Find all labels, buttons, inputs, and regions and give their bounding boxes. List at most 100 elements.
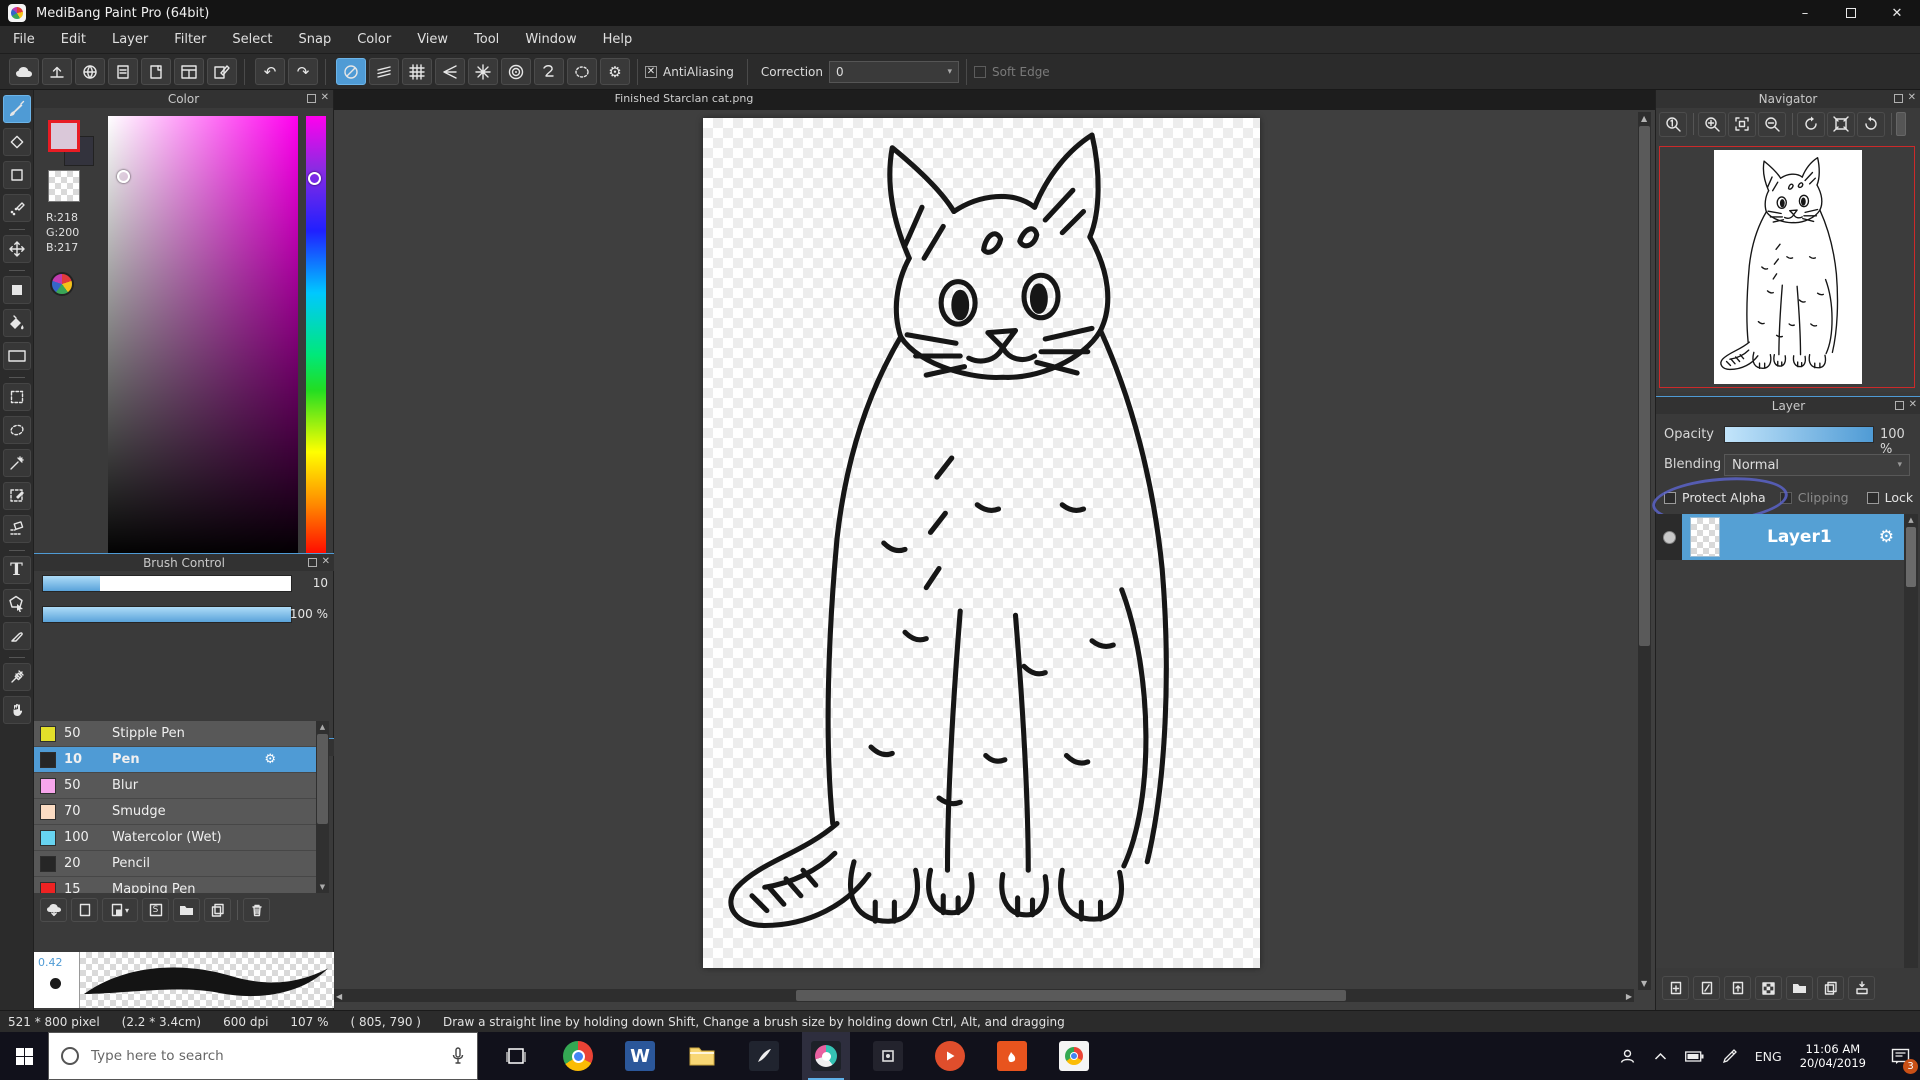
popout-icon[interactable] <box>1894 94 1903 103</box>
pen-tray-icon[interactable] <box>1722 1049 1737 1064</box>
minimize-button[interactable]: – <box>1782 0 1828 26</box>
close-icon[interactable]: ✕ <box>1909 400 1917 410</box>
snap-figure-button[interactable] <box>567 58 597 85</box>
shape-brush-tool[interactable] <box>3 161 31 189</box>
show-hidden-icons-chevron[interactable] <box>1654 1052 1667 1061</box>
new-brush-button[interactable] <box>71 898 98 922</box>
soft-edge-checkbox[interactable] <box>974 66 986 78</box>
brush-row[interactable]: 70 Smudge <box>34 799 316 825</box>
alpha-layer-button[interactable] <box>1755 976 1782 1000</box>
snap-vanishing-point-button[interactable] <box>435 58 465 85</box>
scrollbar-thumb[interactable] <box>796 990 1346 1001</box>
menu-select[interactable]: Select <box>219 26 285 53</box>
add-layer-button[interactable] <box>1662 976 1689 1000</box>
popout-icon[interactable] <box>307 94 316 103</box>
medibang-taskbar-icon[interactable] <box>802 1032 850 1080</box>
menu-snap[interactable]: Snap <box>286 26 345 53</box>
brush-row[interactable]: 50 Stipple Pen <box>34 721 316 747</box>
layer-folder-button[interactable] <box>1786 976 1813 1000</box>
rotate-left-button[interactable] <box>1797 112 1825 137</box>
document-button[interactable] <box>141 58 171 85</box>
menu-help[interactable]: Help <box>590 26 646 53</box>
brush-tool[interactable] <box>3 95 31 123</box>
canvas-horizontal-scrollbar[interactable]: ◀ ▶ <box>334 989 1634 1002</box>
scrollbar-thumb[interactable] <box>1906 527 1916 587</box>
duplicate-layer-button[interactable] <box>1817 976 1844 1000</box>
brush-row[interactable]: 100 Watercolor (Wet) <box>34 825 316 851</box>
eraser-tool[interactable] <box>3 128 31 156</box>
merge-layer-button[interactable] <box>1848 976 1875 1000</box>
select-rect-tool[interactable] <box>3 383 31 411</box>
lock-checkbox[interactable] <box>1867 492 1879 504</box>
document-text-button[interactable] <box>108 58 138 85</box>
brush-opacity-slider[interactable] <box>42 606 292 623</box>
media-player-icon[interactable] <box>926 1032 974 1080</box>
layout-button[interactable] <box>174 58 204 85</box>
file-explorer-icon[interactable] <box>678 1032 726 1080</box>
brush-row[interactable]: 50 Blur <box>34 773 316 799</box>
language-indicator[interactable]: ENG <box>1755 1049 1782 1064</box>
brush-size-slider[interactable] <box>42 575 292 592</box>
saturation-value-picker[interactable] <box>108 116 298 558</box>
menu-edit[interactable]: Edit <box>48 26 99 53</box>
start-button[interactable] <box>0 1032 48 1080</box>
scroll-down-icon[interactable]: ▼ <box>316 881 329 893</box>
document-tab[interactable]: Finished Starclan cat.png <box>564 92 804 105</box>
divide-tool[interactable] <box>3 622 31 650</box>
close-button[interactable]: ✕ <box>1874 0 1920 26</box>
menu-view[interactable]: View <box>404 26 461 53</box>
battery-icon[interactable] <box>1685 1051 1704 1062</box>
undo-button[interactable]: ↶ <box>255 58 285 85</box>
foreground-color-swatch[interactable] <box>48 120 80 152</box>
transparent-color-swatch[interactable] <box>48 170 80 202</box>
scroll-down-icon[interactable]: ▼ <box>1641 979 1647 988</box>
chrome-icon[interactable] <box>554 1032 602 1080</box>
task-view-button[interactable] <box>492 1032 540 1080</box>
palette-icon[interactable] <box>50 272 74 296</box>
layer-row-selected[interactable]: Layer1 ⚙ <box>1656 514 1904 560</box>
scrollbar-thumb[interactable] <box>1639 126 1650 646</box>
zoom-100-button[interactable] <box>1659 112 1687 137</box>
bucket-tool[interactable] <box>3 309 31 337</box>
zoom-in-button[interactable] <box>1698 112 1726 137</box>
cloud-button[interactable] <box>9 58 39 85</box>
snap-grid-button[interactable] <box>402 58 432 85</box>
layer-list-scrollbar[interactable]: ▲ <box>1904 514 1918 968</box>
duplicate-brush-button[interactable] <box>204 898 231 922</box>
utility-app-icon[interactable] <box>864 1032 912 1080</box>
upload-button[interactable] <box>42 58 72 85</box>
canvas[interactable] <box>703 118 1260 968</box>
hue-cursor[interactable] <box>308 172 321 185</box>
scroll-up-icon[interactable]: ▲ <box>1641 114 1647 123</box>
close-icon[interactable]: ✕ <box>322 557 330 567</box>
edit-document-button[interactable] <box>207 58 237 85</box>
brush-row[interactable]: 20 Pencil <box>34 851 316 877</box>
people-icon[interactable] <box>1619 1048 1636 1065</box>
microphone-icon[interactable] <box>451 1047 465 1065</box>
action-center-button[interactable]: 3 <box>1880 1032 1920 1080</box>
antialiasing-checkbox[interactable]: ✕ <box>645 66 657 78</box>
sketch-app-icon[interactable] <box>740 1032 788 1080</box>
zoom-out-button[interactable] <box>1758 112 1786 137</box>
blending-dropdown[interactable]: Normal ▾ <box>1724 454 1910 476</box>
menu-layer[interactable]: Layer <box>99 26 161 53</box>
scrollbar-thumb[interactable] <box>317 734 328 824</box>
close-icon[interactable]: ✕ <box>1908 93 1916 103</box>
brush-list-scrollbar[interactable]: ▲ ▼ <box>316 721 329 893</box>
color-picker-cursor[interactable] <box>117 170 130 183</box>
correction-dropdown[interactable]: 0 ▾ <box>829 61 959 83</box>
gradient-tool[interactable] <box>3 342 31 370</box>
move-tool[interactable] <box>3 235 31 263</box>
select-eraser-tool[interactable] <box>3 515 31 543</box>
transfer-layer-button[interactable] <box>1724 976 1751 1000</box>
hue-slider[interactable] <box>306 116 326 558</box>
brush-settings-gear-icon[interactable]: ⚙ <box>264 752 276 767</box>
canvas-vertical-scrollbar[interactable]: ▲ ▼ <box>1638 112 1651 990</box>
menu-color[interactable]: Color <box>344 26 404 53</box>
lasso-tool[interactable] <box>3 416 31 444</box>
navigator-scroll-handle[interactable] <box>1896 112 1906 136</box>
hand-tool[interactable] <box>3 696 31 724</box>
snap-settings-button[interactable]: ⚙ <box>600 58 630 85</box>
reset-rotation-button[interactable] <box>1827 112 1855 137</box>
publish-web-button[interactable] <box>75 58 105 85</box>
